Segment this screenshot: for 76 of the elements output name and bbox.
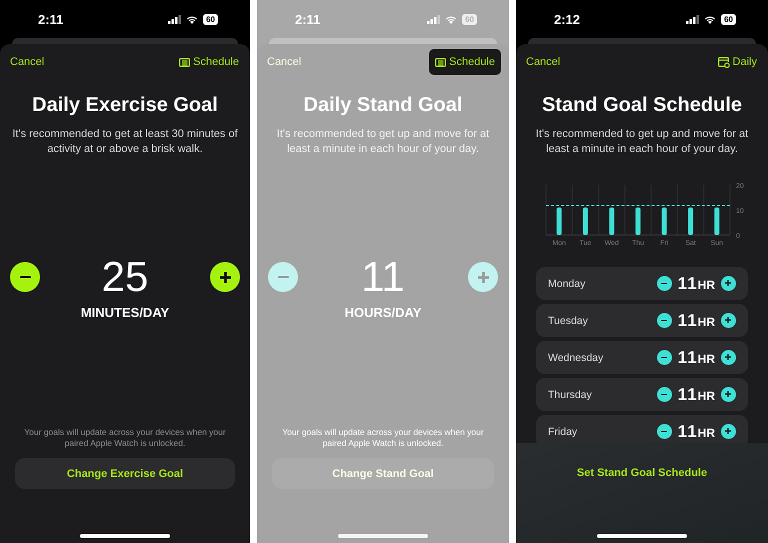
battery-level: 60 [721,14,736,24]
list-icon [435,58,446,66]
minus-icon [661,356,668,358]
sync-note: Your goals will update across your devices when your paired Apple Watch is unlocked. [23,427,227,449]
sync-note: Your goals will update across your devices when your paired Apple Watch is unlocked. [281,427,485,449]
minus-icon [661,430,668,432]
screen-title: Stand Goal Schedule [540,94,744,117]
description: It's recommended to get up and move for at least a minute in each hour of your day. [276,127,490,157]
screen-title: Daily Exercise Goal [31,94,219,117]
increase-button[interactable] [210,262,240,292]
signal-icon [427,14,440,24]
bar [662,208,667,235]
bar [609,208,614,235]
day-label: Monday [548,278,586,290]
hours-value: 11HR [678,422,715,442]
battery-level: 60 [203,14,218,24]
increase-button[interactable] [721,387,736,402]
minus-icon [661,282,668,284]
signal-icon [168,14,182,24]
day-label: Friday [548,426,578,438]
cancel-button[interactable]: Cancel [10,56,44,68]
description: It's recommended to get at least 30 minutes of activity at or above a brisk walk. [12,127,238,157]
schedule-button[interactable]: Schedule [176,51,242,73]
change-goal-button[interactable]: Change Exercise Goal [15,458,235,489]
increase-button[interactable] [721,313,736,328]
increase-button[interactable] [721,276,736,291]
goal-unit: HOURS/DAY [344,305,422,320]
bar [556,208,562,235]
minus-icon [661,394,668,396]
goal-value: 25 [100,255,150,299]
goal-value: 11 [360,255,406,299]
clock-time: 2:11 [295,12,320,26]
bar [714,208,720,235]
plus-icon [478,272,488,282]
hours-value: 11HR [678,274,715,294]
bar [582,208,588,235]
cancel-button[interactable]: Cancel [526,56,560,68]
decrease-button[interactable] [656,350,672,365]
bar [636,208,640,235]
bar [688,208,694,235]
screen-title: Daily Stand Goal [302,94,464,117]
decrease-button[interactable] [656,424,672,439]
list-icon [179,58,190,66]
hours-value: 11HR [678,348,715,368]
decrease-button[interactable] [656,313,672,328]
daily-button[interactable]: Daily [714,51,760,73]
plus-icon [220,272,230,282]
minus-icon [661,320,668,322]
decrease-button[interactable] [656,387,672,402]
wifi-icon [445,14,458,24]
clock-time: 2:12 [554,12,580,26]
minus-icon [278,276,288,278]
signal-icon [686,14,700,24]
description: It's recommended to get up and move for at least a minute in each hour of your day. [534,127,750,157]
hours-value: 11HR [678,384,715,404]
plus-icon [725,428,732,435]
goal-unit: MINUTES/DAY [80,305,170,320]
clock-time: 2:11 [38,12,64,26]
wifi-icon [704,14,716,24]
plus-icon [725,317,732,324]
hours-value: 11HR [678,310,715,330]
increase-button[interactable] [721,350,736,365]
schedule-button[interactable]: Schedule [429,49,501,75]
decrease-button[interactable] [656,276,672,291]
plus-icon [725,391,732,398]
plus-icon [725,354,732,361]
increase-button[interactable] [721,424,736,439]
day-label: Thursday [548,388,593,400]
day-label: Wednesday [548,352,604,364]
plus-icon [725,280,732,287]
decrease-button[interactable] [10,262,40,292]
calendar-clock-icon [718,56,730,68]
battery-level: 60 [462,14,477,24]
wifi-icon [186,14,198,24]
minus-icon [20,276,30,278]
day-label: Tuesday [548,314,589,326]
